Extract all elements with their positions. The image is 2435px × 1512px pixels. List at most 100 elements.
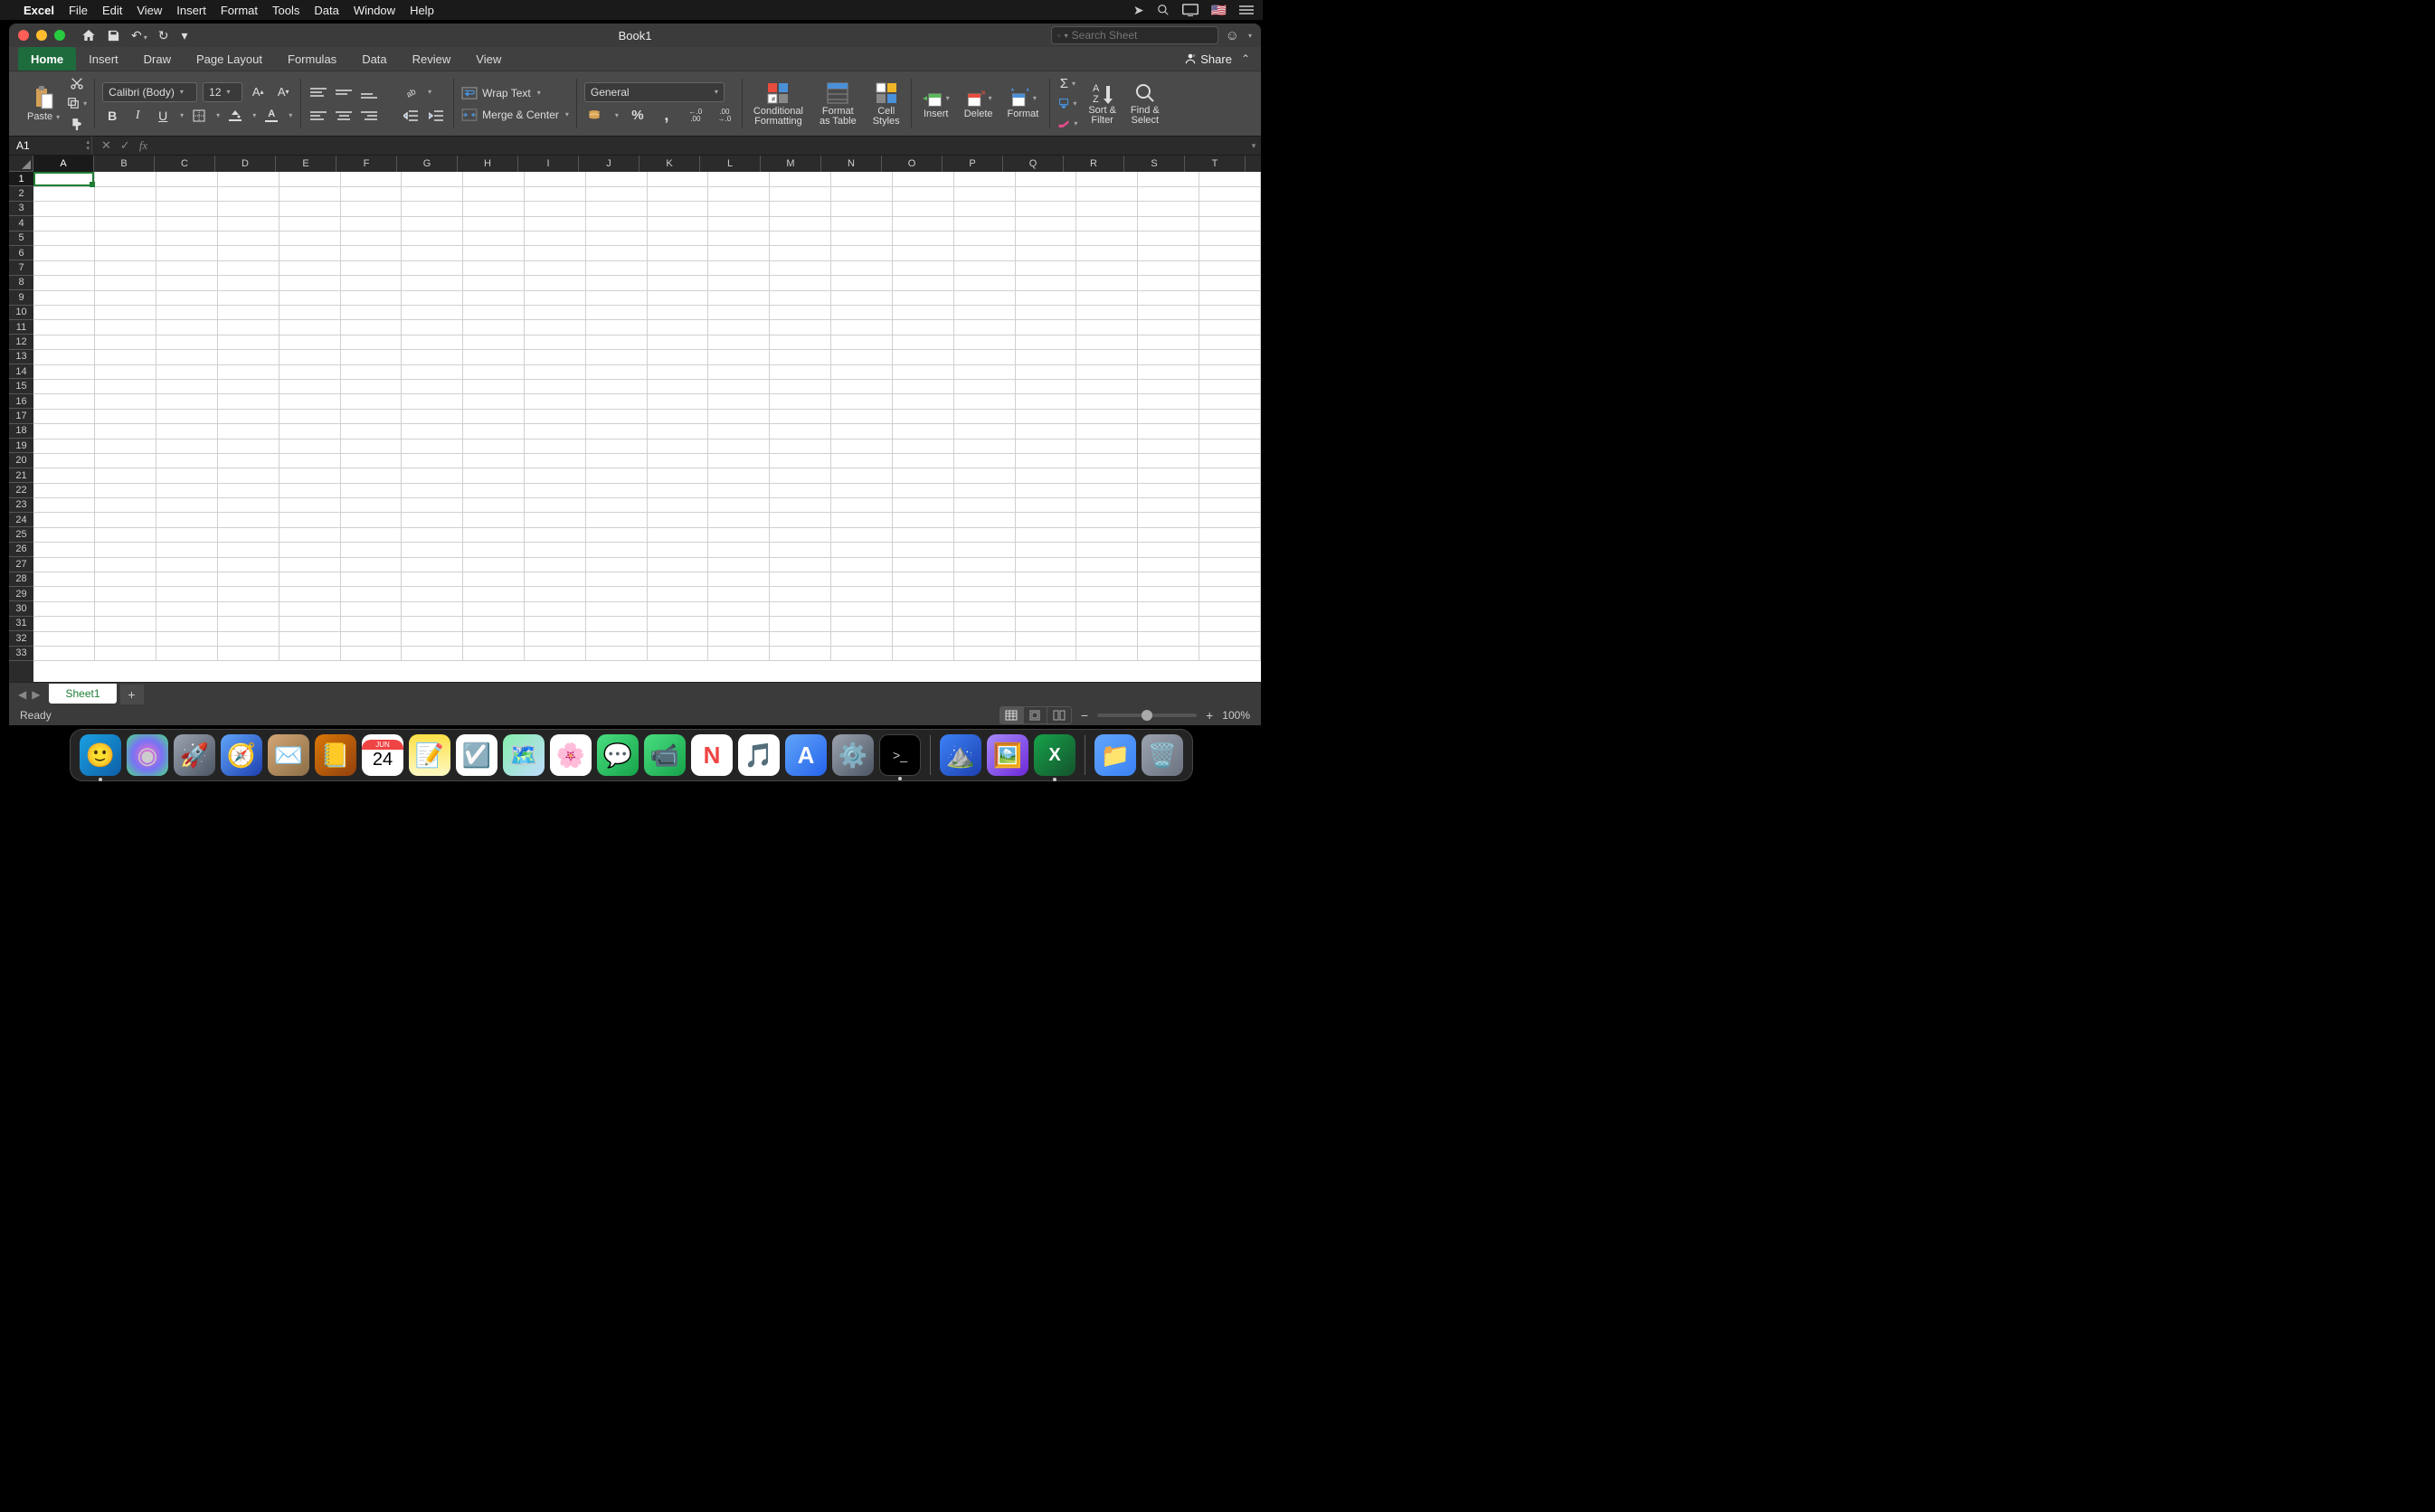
cell[interactable]: [953, 186, 1015, 201]
cell[interactable]: [340, 202, 402, 216]
cell[interactable]: [1199, 601, 1260, 616]
cell[interactable]: [585, 320, 647, 335]
cell[interactable]: [1015, 232, 1076, 246]
cell[interactable]: [770, 172, 831, 186]
cell[interactable]: [892, 498, 953, 513]
cell[interactable]: [340, 424, 402, 439]
cell[interactable]: [770, 276, 831, 290]
cell[interactable]: [708, 306, 770, 320]
cell[interactable]: [95, 394, 156, 409]
cell[interactable]: [340, 260, 402, 275]
cell[interactable]: [463, 379, 525, 393]
close-window-button[interactable]: [18, 30, 29, 41]
cell[interactable]: [217, 527, 279, 542]
cell[interactable]: [831, 483, 893, 497]
cell[interactable]: [340, 335, 402, 349]
cell[interactable]: [770, 290, 831, 305]
cell[interactable]: [770, 439, 831, 453]
cell[interactable]: [217, 306, 279, 320]
displays-icon[interactable]: [1182, 4, 1199, 16]
cell[interactable]: [1199, 498, 1260, 513]
cell[interactable]: [95, 424, 156, 439]
cell[interactable]: [1138, 647, 1199, 661]
clear-icon[interactable]: ▾: [1057, 116, 1077, 132]
cell[interactable]: [831, 306, 893, 320]
column-header-B[interactable]: B: [94, 156, 155, 172]
cell[interactable]: [33, 216, 95, 231]
qat-customize-icon[interactable]: ▾: [181, 28, 187, 43]
cell[interactable]: [1076, 216, 1138, 231]
row-header-32[interactable]: 32: [9, 631, 33, 646]
cell[interactable]: [647, 468, 708, 483]
cell[interactable]: [892, 202, 953, 216]
tab-review[interactable]: Review: [400, 47, 464, 71]
cell[interactable]: [463, 617, 525, 631]
cell[interactable]: [770, 468, 831, 483]
cell[interactable]: [33, 631, 95, 646]
cell[interactable]: [708, 572, 770, 587]
cell[interactable]: [95, 617, 156, 631]
cell[interactable]: [463, 453, 525, 468]
cell[interactable]: [33, 260, 95, 275]
cell[interactable]: [708, 468, 770, 483]
sheet-nav-next-icon[interactable]: ▶: [32, 688, 40, 701]
cell[interactable]: [525, 260, 586, 275]
cell[interactable]: [585, 232, 647, 246]
cell[interactable]: [463, 320, 525, 335]
cell[interactable]: [156, 186, 218, 201]
zoom-out-icon[interactable]: −: [1081, 708, 1088, 723]
cell[interactable]: [402, 350, 463, 364]
cell[interactable]: [340, 587, 402, 601]
cell[interactable]: [217, 260, 279, 275]
cell[interactable]: [1199, 631, 1260, 646]
accounting-dropdown[interactable]: ▾: [615, 111, 619, 119]
cell[interactable]: [279, 631, 340, 646]
cell[interactable]: [953, 232, 1015, 246]
cell[interactable]: [647, 483, 708, 497]
cell[interactable]: [708, 543, 770, 557]
cell[interactable]: [1138, 572, 1199, 587]
underline-icon[interactable]: U: [153, 106, 173, 126]
cell[interactable]: [892, 424, 953, 439]
decrease-font-icon[interactable]: A▾: [273, 82, 293, 102]
cell[interactable]: [279, 260, 340, 275]
align-middle-icon[interactable]: [334, 84, 354, 100]
dock-downloads-folder[interactable]: 📁: [1094, 734, 1136, 776]
cell[interactable]: [1138, 320, 1199, 335]
row-header-14[interactable]: 14: [9, 364, 33, 379]
cell[interactable]: [402, 290, 463, 305]
cell[interactable]: [892, 379, 953, 393]
cell[interactable]: [647, 290, 708, 305]
cell[interactable]: [892, 350, 953, 364]
cell[interactable]: [1015, 216, 1076, 231]
cell[interactable]: [585, 290, 647, 305]
cell[interactable]: [1076, 513, 1138, 527]
cell[interactable]: [1138, 202, 1199, 216]
cell[interactable]: [1076, 617, 1138, 631]
flag-icon[interactable]: 🇺🇸: [1211, 3, 1227, 18]
cell[interactable]: [831, 439, 893, 453]
cell[interactable]: [33, 587, 95, 601]
cell[interactable]: [279, 202, 340, 216]
cell[interactable]: [1199, 202, 1260, 216]
cell[interactable]: [770, 498, 831, 513]
cell[interactable]: [340, 543, 402, 557]
cell[interactable]: [33, 557, 95, 572]
cell[interactable]: [525, 601, 586, 616]
cell[interactable]: [217, 335, 279, 349]
cell[interactable]: [156, 587, 218, 601]
column-header-P[interactable]: P: [943, 156, 1003, 172]
cell[interactable]: [585, 453, 647, 468]
cell[interactable]: [525, 364, 586, 379]
cell[interactable]: [463, 216, 525, 231]
cell[interactable]: [708, 513, 770, 527]
cell[interactable]: [279, 483, 340, 497]
cell[interactable]: [1199, 320, 1260, 335]
zoom-slider[interactable]: [1097, 713, 1197, 717]
cell[interactable]: [525, 647, 586, 661]
cell[interactable]: [1199, 587, 1260, 601]
cell[interactable]: [95, 439, 156, 453]
dock-finder[interactable]: 🙂: [80, 734, 121, 776]
cell[interactable]: [708, 631, 770, 646]
cell[interactable]: [1076, 483, 1138, 497]
